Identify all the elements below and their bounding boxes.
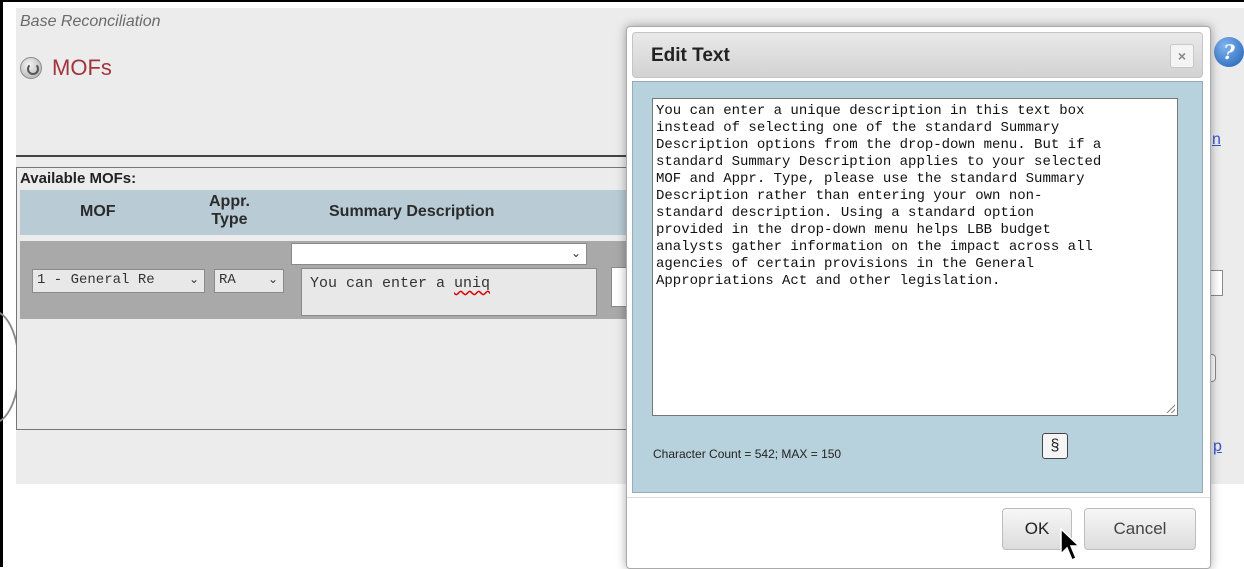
chevron-down-icon: ⌄ bbox=[188, 272, 199, 286]
edit-text-textarea[interactable]: You can enter a unique description in th… bbox=[652, 98, 1178, 416]
column-header-mof: MOF bbox=[80, 203, 116, 220]
cancel-button[interactable]: Cancel bbox=[1084, 508, 1196, 550]
help-icon[interactable]: ? bbox=[1214, 37, 1244, 67]
appr-type-select[interactable]: RA ⌄ bbox=[214, 269, 284, 293]
appr-line2: Type bbox=[211, 211, 248, 228]
page-title: MOFs bbox=[52, 55, 112, 80]
dialog-footer-divider bbox=[627, 497, 1210, 498]
mof-select[interactable]: 1 - General Re ⌄ bbox=[32, 269, 205, 293]
summary-description-textarea[interactable]: You can enter a uniq bbox=[301, 268, 597, 316]
edit-text-content: You can enter a unique description in th… bbox=[656, 103, 1102, 289]
character-count: Character Count = 542; MAX = 150 bbox=[653, 447, 842, 461]
column-header-summary: Summary Description bbox=[329, 203, 495, 220]
mof-select-value: 1 - General Re bbox=[37, 272, 155, 288]
refresh-icon[interactable] bbox=[20, 57, 42, 79]
table-row: 1 - General Re ⌄ RA ⌄ ⌄ You can enter a … bbox=[20, 241, 631, 319]
summary-text-prefix: You can enter a bbox=[310, 275, 455, 292]
resize-grip-icon[interactable] bbox=[1166, 404, 1175, 413]
divider bbox=[16, 155, 628, 157]
edit-text-dialog: Edit Text × You can enter a unique descr… bbox=[626, 26, 1211, 569]
mouse-cursor-icon bbox=[1060, 528, 1081, 562]
section-label: Available MOFs: bbox=[20, 170, 137, 187]
close-icon[interactable]: × bbox=[1170, 44, 1194, 68]
appr-type-value: RA bbox=[219, 272, 236, 288]
column-header-appr: Appr. Type bbox=[209, 193, 250, 229]
available-mofs-table: Available MOFs: MOF Appr. Type Summary D… bbox=[16, 167, 631, 430]
chevron-down-icon: ⌄ bbox=[267, 272, 278, 286]
section-symbol-button[interactable]: § bbox=[1042, 433, 1068, 459]
appr-line1: Appr. bbox=[209, 193, 250, 210]
summary-text-misspelled: uniq bbox=[454, 275, 491, 292]
partial-input-right[interactable] bbox=[1210, 270, 1223, 296]
dialog-title: Edit Text bbox=[651, 45, 730, 66]
partial-link-bottom[interactable]: p bbox=[1213, 438, 1222, 456]
breadcrumb: Base Reconciliation bbox=[20, 13, 161, 30]
dialog-header: Edit Text × bbox=[632, 32, 1203, 78]
table-header: MOF Appr. Type Summary Description bbox=[20, 190, 628, 235]
partial-link-top[interactable]: n bbox=[1212, 131, 1221, 149]
chevron-down-icon: ⌄ bbox=[570, 246, 581, 260]
summary-description-select[interactable]: ⌄ bbox=[291, 243, 587, 265]
dialog-body: You can enter a unique description in th… bbox=[632, 81, 1203, 493]
